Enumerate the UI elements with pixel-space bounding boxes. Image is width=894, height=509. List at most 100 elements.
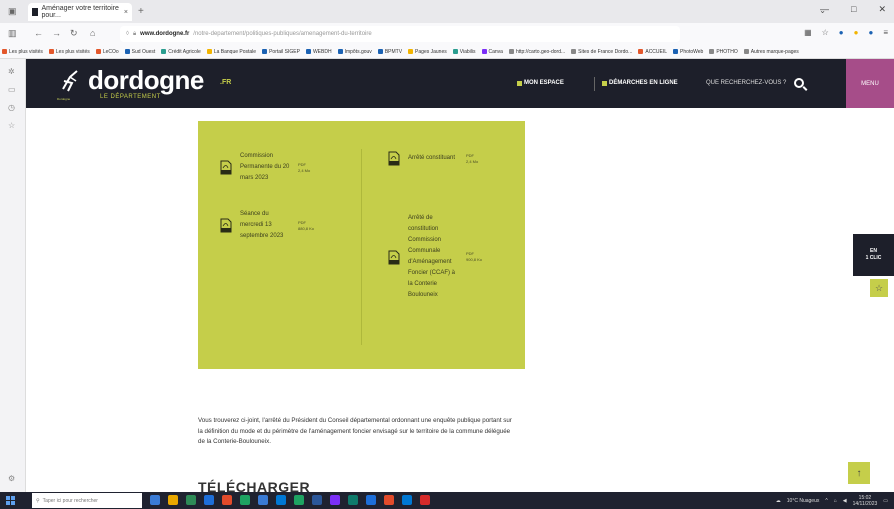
document-meta: PDF 900,8 Ko: [466, 251, 483, 262]
sidebar-toggle-icon[interactable]: ▥: [8, 28, 17, 39]
taskbar-app-icon[interactable]: [330, 495, 340, 505]
navigation-bar: ▥ ← → ↻ ⌂ ◊ 🔒︎ www.dordogne.fr /notre-de…: [0, 23, 894, 45]
home-icon[interactable]: ⌂: [90, 28, 95, 38]
notifications-icon[interactable]: ▭: [883, 498, 888, 504]
bookmark-favicon-icon: [262, 49, 268, 54]
close-window-button[interactable]: ✕: [878, 4, 886, 15]
taskbar-app-icon[interactable]: [204, 495, 214, 505]
taskbar-search-input[interactable]: ⚲ Taper ici pour rechercher: [32, 493, 142, 508]
site-logo-text[interactable]: dordogne: [88, 65, 204, 96]
taskbar-app-icon[interactable]: [294, 495, 304, 505]
reader-icon[interactable]: ▦: [804, 28, 812, 37]
bookmark-item[interactable]: Les plus visités: [2, 49, 43, 55]
tab-close-icon[interactable]: ×: [124, 9, 128, 16]
weather-text[interactable]: 10°C Nuageux: [787, 498, 820, 504]
tray-network-icon[interactable]: ⌂: [834, 498, 837, 504]
tray-chevron-icon[interactable]: ^: [825, 498, 827, 504]
bookmark-favicon-icon: [743, 49, 749, 54]
bookmark-item[interactable]: Pages Jaunes: [408, 49, 447, 55]
bookmark-item[interactable]: Canva: [481, 49, 503, 55]
mon-espace-label: MON ESPACE: [524, 80, 564, 86]
document-link[interactable]: Commission Permanente du 20 mars 2023 PD…: [220, 151, 310, 184]
demarches-link[interactable]: DÉMARCHES EN LIGNE: [602, 80, 678, 86]
bookmark-item[interactable]: LeCOo: [95, 49, 119, 55]
bookmark-item[interactable]: PHOTHO: [709, 49, 738, 55]
taskbar-app-icon[interactable]: [276, 495, 286, 505]
bookmark-item[interactable]: BPMTV: [377, 49, 402, 55]
bookmark-item[interactable]: ACCUEIL: [638, 49, 667, 55]
bookmark-favicon-icon: [673, 49, 679, 54]
bookmark-item[interactable]: Les plus visités: [48, 49, 90, 55]
site-search[interactable]: QUE RECHERCHEZ-VOUS ?: [706, 69, 836, 97]
tab-list-icon[interactable]: ▣: [8, 6, 17, 17]
bookmark-item[interactable]: PhotoWeb: [673, 49, 703, 55]
document-link[interactable]: Séance du mercredi 13 septembre 2023 PDF…: [220, 209, 314, 242]
tray-volume-icon[interactable]: ◀: [843, 498, 847, 504]
bookmark-item[interactable]: http://carto.geo-dord...: [508, 49, 565, 55]
ai-chat-icon[interactable]: ✲: [8, 67, 15, 76]
favorite-star-icon[interactable]: ☆: [870, 279, 888, 297]
new-tab-button[interactable]: +: [138, 6, 144, 17]
bookmark-favicon-icon: [638, 49, 644, 54]
taskbar-app-icon[interactable]: [420, 495, 430, 505]
settings-gear-icon[interactable]: ⚙: [8, 474, 15, 483]
taskbar-app-icon[interactable]: [240, 495, 250, 505]
lock-icon: 🔒︎: [132, 30, 137, 37]
synced-tabs-icon[interactable]: ▭: [8, 85, 16, 94]
bookmark-favicon-icon: [161, 49, 167, 54]
tab-active[interactable]: Aménager votre territoire pour... ×: [28, 3, 132, 21]
bookmark-label: La Banque Postale: [213, 48, 257, 55]
search-icon[interactable]: [794, 78, 805, 88]
taskbar-app-icon[interactable]: [312, 495, 322, 505]
grid-icon: [602, 80, 607, 86]
mon-espace-link[interactable]: MON ESPACE: [517, 80, 564, 86]
back-to-top-button[interactable]: ↑: [848, 462, 870, 484]
reload-icon[interactable]: ↻: [70, 28, 78, 39]
history-icon[interactable]: ◷: [8, 103, 15, 112]
bookmark-item[interactable]: Autres marque-pages: [743, 49, 799, 55]
bookmarks-icon[interactable]: ☆: [8, 121, 15, 130]
pocket-icon[interactable]: ●: [839, 28, 844, 37]
taskbar-app-icon[interactable]: [168, 495, 178, 505]
search-icon: ⚲: [36, 497, 40, 504]
bookmark-item[interactable]: Impôts.gouv: [337, 49, 372, 55]
bookmark-item[interactable]: Viabilis: [452, 49, 476, 55]
bookmark-item[interactable]: Sites de France Dordo...: [571, 49, 632, 55]
address-bar[interactable]: ◊ 🔒︎ www.dordogne.fr /notre-departement/…: [120, 26, 680, 42]
bookmark-item[interactable]: Sud Ouest: [124, 49, 155, 55]
taskbar-app-icon[interactable]: [402, 495, 412, 505]
document-link[interactable]: Arrêté de constitution Commission Commun…: [388, 213, 482, 301]
extension-icon[interactable]: ●: [854, 28, 859, 37]
menu-hamburger-icon[interactable]: ≡: [883, 28, 888, 37]
taskbar-app-icon[interactable]: [348, 495, 358, 505]
taskbar-app-icon[interactable]: [186, 495, 196, 505]
bookmark-label: Portail SIGEP: [269, 48, 300, 55]
forward-icon[interactable]: →: [52, 28, 61, 38]
taskbar-app-icon[interactable]: [150, 495, 160, 505]
clock[interactable]: 15:02 14/11/2023: [853, 495, 878, 507]
maximize-button[interactable]: □: [851, 4, 856, 15]
browser-window: ▣ Aménager votre territoire pour... × + …: [0, 0, 894, 509]
bookmark-star-icon[interactable]: ☆: [822, 28, 829, 37]
demarches-label: DÉMARCHES EN LIGNE: [609, 80, 678, 86]
taskbar-app-icon[interactable]: [384, 495, 394, 505]
windows-start-icon[interactable]: [6, 496, 15, 505]
minimize-button[interactable]: —: [820, 4, 829, 15]
section-heading-telecharger: TÉLÉCHARGER: [198, 479, 311, 492]
bookmark-item[interactable]: Crédit Agricole: [161, 49, 201, 55]
document-meta: PDF 2,4 Mo: [466, 152, 479, 164]
bookmark-item[interactable]: Portail SIGEP: [262, 49, 300, 55]
taskbar-app-icon[interactable]: [366, 495, 376, 505]
bookmark-item[interactable]: WEBDH: [305, 49, 332, 55]
dordogne-logo-icon[interactable]: [60, 67, 80, 95]
taskbar-app-icon[interactable]: [222, 495, 232, 505]
back-icon[interactable]: ←: [34, 28, 43, 38]
en-un-clic-button[interactable]: EN 1 CLIC: [853, 234, 894, 276]
taskbar-apps: [150, 495, 430, 505]
bookmark-item[interactable]: La Banque Postale: [206, 48, 257, 55]
menu-button[interactable]: MENU: [846, 59, 894, 108]
account-icon[interactable]: ●: [868, 28, 873, 37]
documents-divider: [361, 149, 362, 345]
taskbar-app-icon[interactable]: [258, 495, 268, 505]
document-link[interactable]: Arrêté constituant PDF 2,4 Mo: [388, 151, 478, 166]
